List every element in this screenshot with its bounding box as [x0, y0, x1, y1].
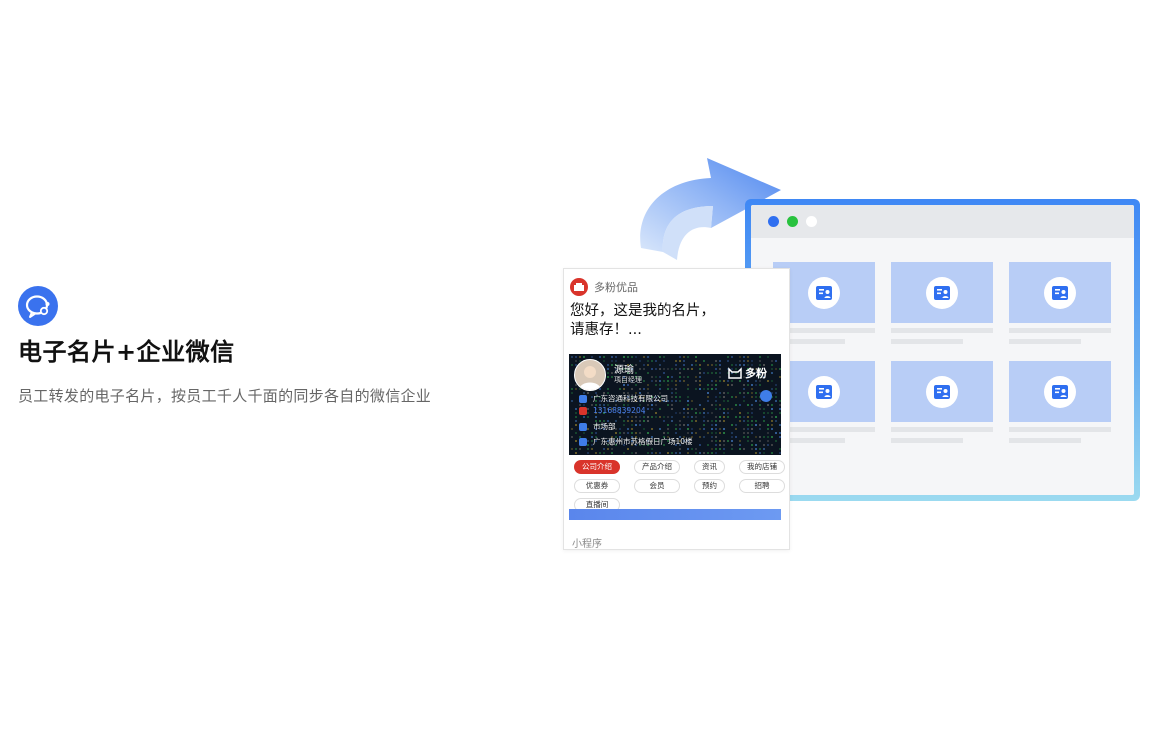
card-department-row: 市场部 — [579, 421, 616, 432]
wecom-chat-icon — [18, 286, 58, 326]
contact-card-icon — [1052, 285, 1068, 300]
card-phone: 13168839204 — [593, 406, 646, 415]
card-address-row: 广东惠州市苏格假日广场10楼 — [579, 436, 693, 447]
mini-program-card[interactable]: 多粉优品 您好，这是我的名片， 请惠存！... 源瑜 项目经理 多粉 广东咨通科… — [563, 268, 790, 550]
mini-program-name: 多粉优品 — [594, 281, 638, 294]
chip-member[interactable]: 会员 — [634, 479, 680, 493]
chip-booking[interactable]: 预约 — [694, 479, 725, 493]
card-person-role: 项目经理 — [614, 376, 642, 384]
menu-chips: 公司介绍 产品介绍 资讯 我的店铺 优惠券 会员 预约 招聘 直播间 — [574, 460, 785, 512]
card-banner — [569, 509, 781, 520]
contact-card-icon — [816, 384, 832, 399]
browser-titlebar — [751, 205, 1134, 238]
chip-my-store[interactable]: 我的店铺 — [739, 460, 785, 474]
grid-tile[interactable] — [1009, 361, 1111, 443]
card-brand: 多粉 — [728, 365, 767, 381]
mini-program-label: 小程序 — [572, 539, 602, 550]
greeting-line: 请惠存！... — [570, 322, 642, 338]
feature-description: 员工转发的电子名片，按员工千人千面的同步各自的微信企业 — [18, 387, 432, 405]
phone-icon — [579, 406, 587, 415]
window-dot-green — [787, 216, 798, 227]
cat-logo-icon — [728, 367, 742, 379]
business-card-grid — [773, 262, 1111, 443]
location-icon — [579, 437, 587, 446]
grid-tile[interactable] — [891, 361, 993, 443]
chip-company-intro[interactable]: 公司介绍 — [574, 460, 620, 474]
contact-card-icon — [934, 285, 950, 300]
share-greeting: 您好，这是我的名片， 请惠存！... — [564, 296, 789, 340]
building-icon — [579, 394, 587, 403]
greeting-line: 您好，这是我的名片， — [570, 303, 715, 319]
browser-window — [745, 199, 1140, 501]
mini-program-header: 多粉优品 — [564, 269, 789, 296]
contact-card-icon — [934, 384, 950, 399]
contact-card-icon — [1052, 384, 1068, 399]
chip-news[interactable]: 资讯 — [694, 460, 725, 474]
chip-recruit[interactable]: 招聘 — [739, 479, 785, 493]
card-person-name: 源瑜 — [614, 365, 634, 376]
chip-coupon[interactable]: 优惠券 — [574, 479, 620, 493]
shop-logo-icon — [570, 278, 588, 296]
browser-content — [751, 205, 1134, 495]
window-dot-white — [806, 216, 817, 227]
business-card-preview[interactable]: 源瑜 项目经理 多粉 广东咨通科技有限公司 13168839204 市场部 广东… — [569, 354, 781, 455]
department-icon — [579, 422, 587, 431]
chip-product-intro[interactable]: 产品介绍 — [634, 460, 680, 474]
avatar — [574, 359, 606, 391]
share-icon[interactable] — [760, 390, 772, 402]
contact-card-icon — [816, 285, 832, 300]
grid-tile[interactable] — [1009, 262, 1111, 344]
window-dot-blue — [768, 216, 779, 227]
card-department: 市场部 — [593, 422, 616, 431]
grid-tile[interactable] — [891, 262, 993, 344]
card-brand-name: 多粉 — [745, 367, 767, 380]
card-company: 广东咨通科技有限公司 — [593, 394, 668, 403]
card-phone-row[interactable]: 13168839204 — [579, 406, 646, 415]
card-company-row: 广东咨通科技有限公司 — [579, 393, 668, 404]
feature-section: 电子名片+企业微信 员工转发的电子名片，按员工千人千面的同步各自的微信企业 — [18, 286, 538, 406]
feature-title: 电子名片+企业微信 — [18, 338, 235, 366]
card-address: 广东惠州市苏格假日广场10楼 — [593, 437, 693, 446]
